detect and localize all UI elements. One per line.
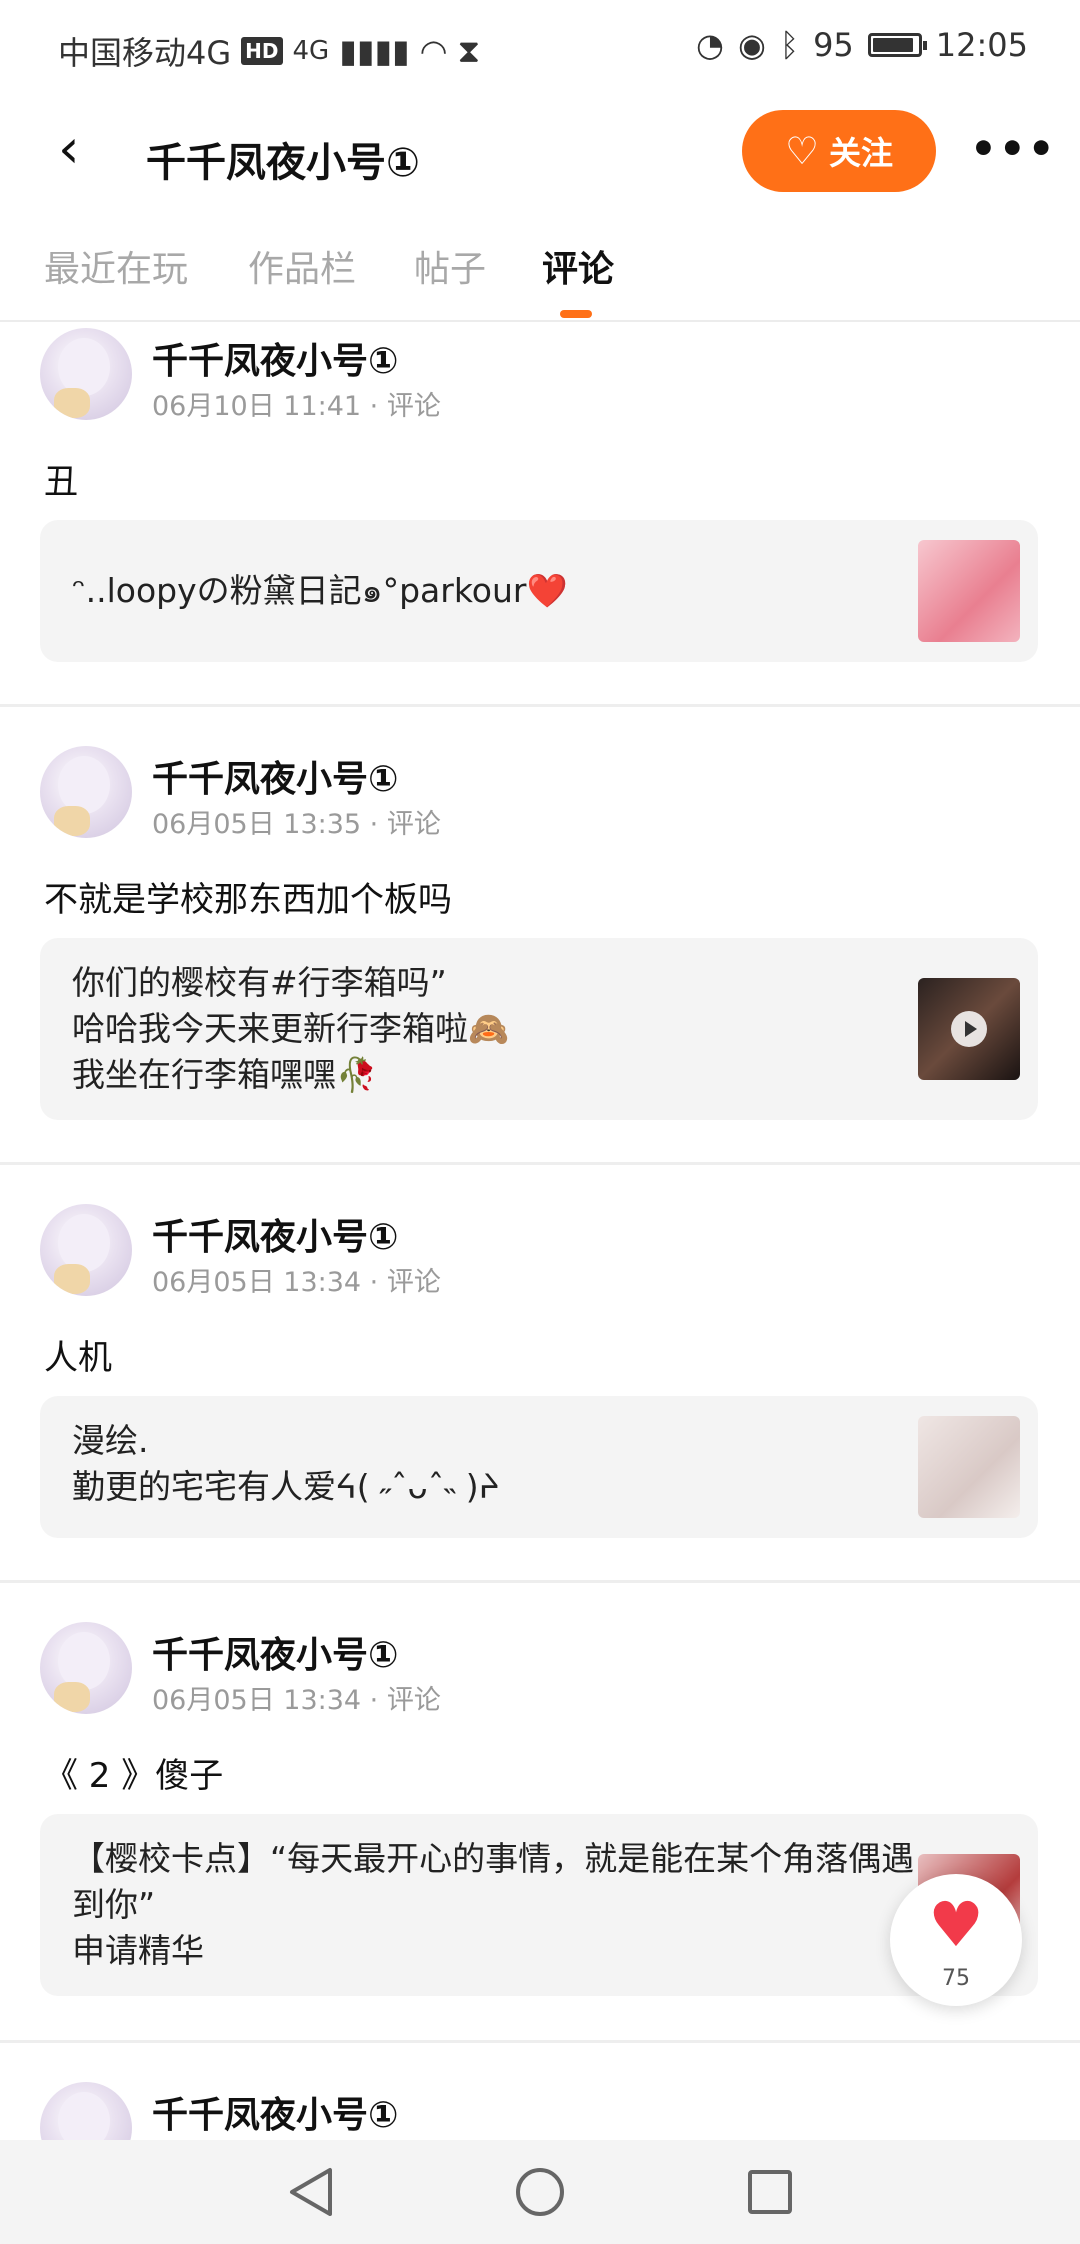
battery-fill <box>872 38 914 52</box>
nav-back-icon[interactable] <box>284 2164 340 2220</box>
comment-card[interactable]: 千千凤夜小号① 06月05日 13:35 · 评论 不就是学校那东西加个板吗 你… <box>0 738 1080 1158</box>
comment-text: 丑 <box>44 462 78 502</box>
system-nav-bar <box>0 2140 1080 2244</box>
comment-text: 《 2 》傻子 <box>44 1756 224 1796</box>
avatar[interactable] <box>40 1622 132 1714</box>
comment-card[interactable]: 千千凤夜小号① 06月10日 11:41 · 评论 丑 ᵔ..loopyの粉黛日… <box>0 322 1080 704</box>
nav-home-icon[interactable] <box>512 2164 568 2220</box>
comment-meta: 06月05日 13:34 · 评论 <box>152 1685 441 1716</box>
comment-feed[interactable]: 千千凤夜小号① 06月10日 11:41 · 评论 丑 ᵔ..loopyの粉黛日… <box>0 322 1080 2140</box>
comment-meta: 06月05日 13:34 · 评论 <box>152 1267 441 1298</box>
author-name[interactable]: 千千凤夜小号① <box>152 332 398 384</box>
status-left: 中国移动4G HD 4G ▮▮▮▮ ◠ ⧗ <box>58 28 480 74</box>
follow-label: 关注 <box>829 134 894 172</box>
avatar[interactable] <box>40 746 132 838</box>
divider <box>0 704 1080 707</box>
quoted-post-text: ᵔ..loopyの粉黛日記๑°parkour❤️ <box>72 571 568 610</box>
more-horizontal-icon[interactable]: ••• <box>970 124 1057 173</box>
divider <box>0 1162 1080 1165</box>
like-count: 75 <box>942 1966 970 1991</box>
quoted-post[interactable]: 漫绘. 勤更的宅宅有人爱ᔦ( ˶ˆᴗˆ˵ )ᔨ <box>40 1396 1038 1538</box>
battery-percent: 95 <box>813 26 854 64</box>
battery-icon <box>867 33 927 57</box>
tab-posts[interactable]: 帖子 <box>414 240 486 292</box>
hourglass-icon: ⧗ <box>457 31 481 70</box>
carrier-label: 中国移动4G <box>58 34 232 72</box>
play-icon <box>951 1011 987 1047</box>
tab-comments[interactable]: 评论 <box>542 240 614 292</box>
quoted-post-thumbnail <box>918 978 1020 1080</box>
divider <box>0 1580 1080 1583</box>
avatar[interactable] <box>40 2082 132 2140</box>
heart-icon: ♥ <box>928 1888 984 1961</box>
network-label: 4G <box>292 36 330 66</box>
like-button[interactable]: ♥ 75 <box>890 1874 1022 2006</box>
hd-badge: HD <box>241 37 283 65</box>
author-name[interactable]: 千千凤夜小号① <box>152 2086 398 2138</box>
avatar[interactable] <box>40 1204 132 1296</box>
quoted-post-text: 【樱校卡点】“每天最开心的事情，就是能在某个角落偶遇到你” 申请精华 <box>72 1839 915 1970</box>
author-name[interactable]: 千千凤夜小号① <box>152 1626 398 1678</box>
status-right: ◔ ◉ ᛒ 95 12:05 <box>696 26 1028 64</box>
profile-header: ‹ 千千凤夜小号① ♡ 关注 ••• <box>0 100 1080 210</box>
quoted-post[interactable]: 你们的樱校有#行李箱吗” 哈哈我今天来更新行李箱啦🙈 我坐在行李箱嘿嘿🥀 <box>40 938 1038 1120</box>
comment-meta: 06月10日 11:41 · 评论 <box>152 391 441 422</box>
author-name[interactable]: 千千凤夜小号① <box>152 1208 398 1260</box>
clock: 12:05 <box>935 26 1028 64</box>
page-title: 千千凤夜小号① <box>146 140 420 186</box>
follow-button[interactable]: ♡ 关注 <box>742 110 936 192</box>
data-saver-icon: ◔ <box>696 26 724 64</box>
eye-icon: ◉ <box>737 26 766 64</box>
bluetooth-icon: ᛒ <box>779 26 800 64</box>
quoted-post-text: 你们的樱校有#行李箱吗” 哈哈我今天来更新行李箱啦🙈 我坐在行李箱嘿嘿🥀 <box>72 963 510 1094</box>
author-name[interactable]: 千千凤夜小号① <box>152 750 398 802</box>
quoted-post-thumbnail <box>918 1416 1020 1518</box>
signal-icon: ▮▮▮▮ <box>339 32 410 70</box>
comment-card[interactable]: 千千凤夜小号① 06月05日 13:34 · 评论 人机 漫绘. 勤更的宅宅有人… <box>0 1196 1080 1576</box>
comment-text: 不就是学校那东西加个板吗 <box>44 880 452 920</box>
nav-recent-icon[interactable] <box>742 2164 798 2220</box>
chevron-left-icon[interactable]: ‹ <box>58 122 108 176</box>
divider <box>0 2040 1080 2043</box>
comment-meta: 06月05日 13:35 · 评论 <box>152 809 441 840</box>
tab-recent-games[interactable]: 最近在玩 <box>44 240 188 292</box>
comment-text: 人机 <box>44 1338 112 1378</box>
tab-indicator <box>560 310 592 318</box>
wifi-icon: ◠ <box>419 32 448 70</box>
tab-works[interactable]: 作品栏 <box>248 240 356 292</box>
status-bar: 中国移动4G HD 4G ▮▮▮▮ ◠ ⧗ ◔ ◉ ᛒ 95 12:05 <box>0 0 1080 100</box>
heart-plus-icon: ♡ <box>784 129 820 173</box>
quoted-post-text: 漫绘. 勤更的宅宅有人爱ᔦ( ˶ˆᴗˆ˵ )ᔨ <box>72 1421 500 1506</box>
quoted-post[interactable]: ᵔ..loopyの粉黛日記๑°parkour❤️ <box>40 520 1038 662</box>
comment-card[interactable]: 千千凤夜小号① <box>0 2074 1080 2140</box>
profile-tabs: 最近在玩 作品栏 帖子 评论 <box>0 230 1080 322</box>
quoted-post[interactable]: 【樱校卡点】“每天最开心的事情，就是能在某个角落偶遇到你” 申请精华 <box>40 1814 1038 1996</box>
quoted-post-thumbnail <box>918 540 1020 642</box>
avatar[interactable] <box>40 328 132 420</box>
